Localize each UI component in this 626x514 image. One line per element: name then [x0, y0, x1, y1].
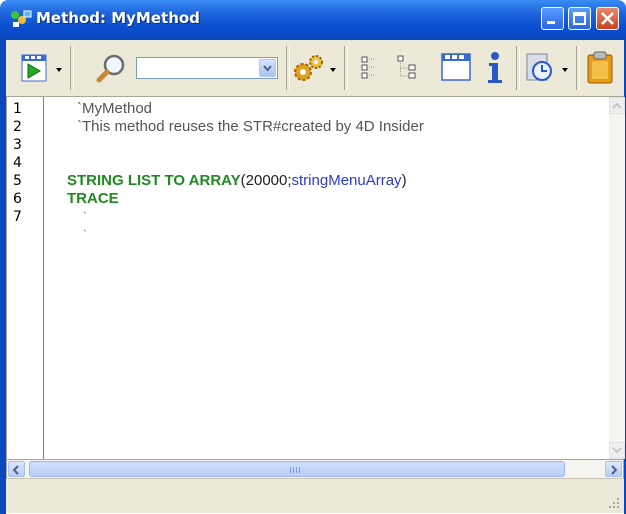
horizontal-scroll-thumb[interactable] — [29, 461, 565, 477]
combo-dropdown-button[interactable] — [259, 59, 276, 77]
chevron-down-icon[interactable] — [562, 68, 568, 72]
chevron-down-icon[interactable] — [56, 68, 62, 72]
code-line-5[interactable]: TRACE — [67, 190, 119, 208]
line-number: 1 — [13, 101, 22, 117]
settings-button[interactable] — [292, 52, 326, 88]
toolbar-separator — [344, 46, 348, 90]
history-button[interactable] — [524, 50, 554, 88]
toolbar-separator — [286, 46, 290, 90]
method-app-icon — [11, 10, 32, 27]
status-bar — [6, 478, 624, 513]
search-button[interactable] — [94, 52, 128, 90]
run-method-button[interactable] — [20, 52, 50, 88]
maximize-button[interactable] — [568, 7, 591, 30]
clipboard-icon — [587, 51, 613, 84]
close-icon — [601, 12, 614, 25]
command-keyword: TRACE — [67, 190, 119, 207]
minimize-icon — [547, 21, 555, 24]
maximize-icon — [573, 12, 586, 25]
code-line-4[interactable]: STRING LIST TO ARRAY(20000;stringMenuArr… — [67, 172, 407, 190]
collapse-button[interactable] — [360, 54, 380, 86]
code-line-2[interactable]: `This method reuses the STR#created by 4… — [77, 118, 424, 136]
chevron-down-icon — [612, 447, 622, 454]
clock-icon — [526, 53, 552, 81]
command-args: (20000; — [240, 172, 292, 189]
grip-line — [293, 467, 294, 473]
horizontal-scrollbar[interactable] — [6, 460, 624, 478]
line-number-gutter: 1 2 3 4 5 6 7 — [7, 97, 44, 459]
vertical-scrollbar[interactable] — [609, 97, 625, 459]
scroll-up-button[interactable] — [609, 97, 625, 114]
toolbar-separator — [70, 46, 74, 90]
info-icon — [488, 52, 502, 83]
gears-icon — [294, 55, 323, 81]
window-title: Method: MyMethod — [36, 9, 200, 27]
expand-all-icon — [397, 55, 416, 79]
line-number: 7 — [13, 209, 22, 225]
chevron-up-icon — [612, 102, 622, 109]
code-editor[interactable]: 1 2 3 4 5 6 7 `MyMethod `This method reu… — [6, 96, 625, 460]
resize-grip-icon[interactable] — [608, 497, 620, 509]
command-args-close: ) — [401, 172, 407, 189]
command-keyword: STRING LIST TO ARRAY — [67, 172, 241, 189]
scroll-left-button[interactable] — [8, 461, 25, 477]
minimize-button[interactable] — [541, 7, 564, 30]
toolbar-separator — [516, 46, 520, 90]
code-line-1[interactable]: `MyMethod — [77, 100, 152, 118]
chevron-right-icon — [611, 465, 618, 475]
collapse-all-icon — [361, 56, 375, 79]
line-number: 3 — [13, 137, 22, 153]
code-line-6[interactable]: ` — [83, 208, 87, 226]
clipboard-button[interactable] — [584, 50, 616, 90]
info-button[interactable] — [484, 50, 506, 90]
chevron-down-icon[interactable] — [330, 68, 336, 72]
chevron-down-icon — [263, 65, 272, 72]
line-number: 5 — [13, 173, 22, 189]
chevron-left-icon — [12, 465, 19, 475]
title-bar[interactable]: Method: MyMethod — [0, 0, 626, 40]
grip-line — [290, 467, 291, 473]
grip-line — [296, 467, 297, 473]
window-icon — [441, 53, 471, 81]
toolbar-separator — [576, 46, 580, 90]
scroll-right-button[interactable] — [605, 461, 622, 477]
variable-name: stringMenuArray — [291, 172, 402, 189]
grip-line — [299, 467, 300, 473]
code-line-7[interactable]: ` — [83, 226, 87, 244]
line-number: 2 — [13, 119, 22, 135]
line-number: 4 — [13, 155, 22, 171]
expand-button[interactable] — [396, 54, 422, 86]
magnifier-icon — [96, 54, 125, 83]
search-combo[interactable] — [136, 57, 278, 79]
run-method-icon — [21, 54, 47, 82]
new-window-button[interactable] — [440, 50, 472, 88]
method-window: Method: MyMethod 1 2 3 4 5 6 7 `MyMethod… — [0, 0, 626, 514]
toolbar — [6, 40, 624, 97]
close-button[interactable] — [596, 7, 619, 30]
scroll-down-button[interactable] — [609, 442, 625, 459]
line-number: 6 — [13, 191, 22, 207]
